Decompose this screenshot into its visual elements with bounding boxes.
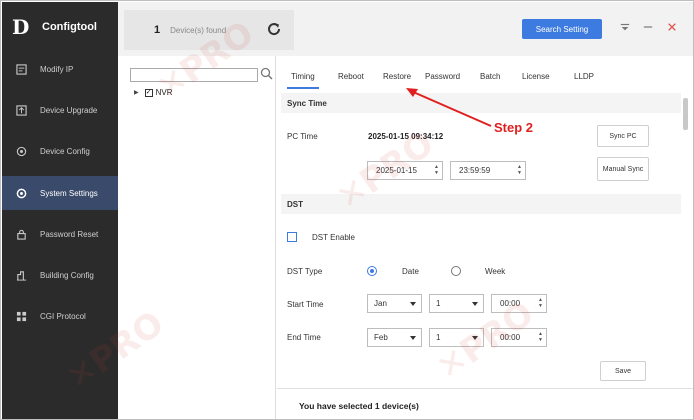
sidebar-item-modify-ip[interactable]: Modify IP bbox=[2, 52, 118, 86]
sync-time-field[interactable]: 23:59:59 ▲ ▼ bbox=[450, 161, 526, 180]
tab-bar: Timing Reboot Restore Password Batch Lic… bbox=[277, 63, 693, 89]
sync-date-value: 2025-01-15 bbox=[376, 166, 417, 175]
dst-type-week-label: Week bbox=[485, 267, 506, 276]
refresh-icon[interactable] bbox=[266, 21, 282, 37]
sidebar-item-label: CGI Protocol bbox=[40, 311, 86, 321]
sidebar-item-label: Modify IP bbox=[40, 64, 74, 74]
spin-arrows-icon[interactable]: ▲ ▼ bbox=[434, 164, 439, 176]
tab-lldp[interactable]: LLDP bbox=[574, 63, 594, 87]
sync-time-header bbox=[281, 93, 681, 113]
dst-type-week-radio[interactable] bbox=[451, 266, 461, 276]
chevron-down-icon bbox=[410, 336, 416, 340]
dst-enable-checkbox[interactable] bbox=[287, 232, 297, 242]
selection-footer: You have selected 1 device(s) bbox=[277, 388, 693, 419]
app-window: D Configtool Modify IP Device Upgrade De… bbox=[0, 0, 694, 420]
tab-restore[interactable]: Restore bbox=[383, 63, 411, 87]
tree-node-checkbox[interactable]: ✓ bbox=[144, 88, 153, 97]
save-button[interactable]: Save bbox=[600, 361, 646, 381]
pc-time-label: PC Time bbox=[287, 132, 318, 141]
spin-arrows-icon[interactable]: ▲ ▼ bbox=[538, 331, 543, 343]
modify-ip-icon bbox=[14, 62, 28, 76]
close-icon[interactable] bbox=[665, 20, 679, 34]
tab-batch[interactable]: Batch bbox=[480, 63, 500, 87]
config-icon bbox=[14, 144, 28, 158]
start-day-select[interactable]: 1 bbox=[429, 294, 484, 313]
protocol-icon bbox=[14, 309, 28, 323]
tab-timing[interactable]: Timing bbox=[287, 63, 319, 89]
end-month-value: Feb bbox=[374, 333, 388, 342]
dst-enable-label: DST Enable bbox=[312, 233, 355, 242]
sync-time-value: 23:59:59 bbox=[459, 166, 491, 175]
search-setting-button[interactable]: Search Setting bbox=[522, 19, 602, 39]
sidebar-item-label: Device Config bbox=[40, 146, 90, 156]
spin-arrows-icon[interactable]: ▲ ▼ bbox=[517, 164, 522, 176]
end-time-field[interactable]: 00:00 ▲ ▼ bbox=[491, 328, 547, 347]
sidebar-item-device-config[interactable]: Device Config bbox=[2, 134, 118, 168]
end-time-value: 00:00 bbox=[500, 333, 521, 342]
dst-type-label: DST Type bbox=[287, 267, 323, 276]
sidebar-item-password-reset[interactable]: Password Reset bbox=[2, 217, 118, 251]
end-day-value: 1 bbox=[436, 333, 441, 342]
expand-arrow-icon[interactable]: ▶ bbox=[134, 89, 139, 96]
end-time-label: End Time bbox=[287, 333, 321, 342]
step-2-label: Step 2 bbox=[494, 120, 534, 135]
sidebar-item-building-config[interactable]: Building Config bbox=[2, 258, 118, 292]
upgrade-icon bbox=[14, 103, 28, 117]
start-time-value: 00:00 bbox=[500, 299, 521, 308]
start-day-value: 1 bbox=[436, 299, 441, 308]
main-content: Timing Reboot Restore Password Batch Lic… bbox=[277, 56, 693, 419]
tree-node-label: NVR bbox=[155, 88, 173, 97]
pc-time-value: 2025-01-15 09:34:12 bbox=[368, 132, 444, 141]
tab-license[interactable]: License bbox=[522, 63, 550, 87]
app-logo: D Configtool bbox=[12, 16, 97, 38]
lock-icon bbox=[14, 227, 28, 241]
chevron-down-icon bbox=[410, 302, 416, 306]
start-time-label: Start Time bbox=[287, 300, 324, 309]
sync-pc-button[interactable]: Sync PC bbox=[597, 125, 649, 147]
dst-header bbox=[281, 194, 681, 214]
search-icon[interactable] bbox=[260, 67, 273, 80]
chevron-down-icon bbox=[472, 302, 478, 306]
sidebar-item-label: Password Reset bbox=[40, 229, 99, 239]
sync-time-title: Sync Time bbox=[287, 99, 327, 108]
start-time-field[interactable]: 00:00 ▲ ▼ bbox=[491, 294, 547, 313]
scrollbar-thumb[interactable] bbox=[683, 98, 688, 130]
device-count: 1 bbox=[154, 24, 161, 36]
tree-node-nvr[interactable]: ▶ ✓ NVR bbox=[134, 88, 173, 97]
tab-reboot[interactable]: Reboot bbox=[338, 63, 364, 87]
selected-devices-text: You have selected 1 device(s) bbox=[299, 401, 419, 411]
sidebar-item-device-upgrade[interactable]: Device Upgrade bbox=[2, 93, 118, 127]
chevron-down-icon bbox=[472, 336, 478, 340]
spin-arrows-icon[interactable]: ▲ ▼ bbox=[538, 297, 543, 309]
sidebar: D Configtool Modify IP Device Upgrade De… bbox=[2, 2, 118, 419]
sidebar-item-label: Device Upgrade bbox=[40, 105, 98, 115]
device-found-panel: 1 Device(s) found bbox=[124, 10, 294, 50]
manual-sync-button[interactable]: Manual Sync bbox=[597, 157, 649, 181]
top-bar: 1 Device(s) found Search Setting bbox=[118, 2, 693, 56]
end-month-select[interactable]: Feb bbox=[367, 328, 422, 347]
sidebar-item-label: Building Config bbox=[40, 270, 94, 280]
end-day-select[interactable]: 1 bbox=[429, 328, 484, 347]
sidebar-item-label: System Settings bbox=[40, 188, 98, 198]
logo-mark: D bbox=[12, 15, 29, 39]
app-name: Configtool bbox=[42, 21, 97, 33]
device-found-label: Device(s) found bbox=[170, 25, 227, 35]
settings-icon bbox=[14, 186, 28, 200]
dst-title: DST bbox=[287, 200, 303, 209]
menu-icon[interactable] bbox=[618, 20, 632, 34]
vertical-scrollbar[interactable] bbox=[683, 92, 689, 392]
building-icon bbox=[14, 268, 28, 282]
sidebar-item-cgi-protocol[interactable]: CGI Protocol bbox=[2, 299, 118, 333]
dst-type-date-radio[interactable] bbox=[367, 266, 377, 276]
dst-type-date-label: Date bbox=[402, 267, 419, 276]
tab-password[interactable]: Password bbox=[425, 63, 460, 87]
start-month-value: Jan bbox=[374, 299, 387, 308]
device-tree-panel: ▶ ✓ NVR bbox=[118, 56, 276, 419]
sidebar-item-system-settings[interactable]: System Settings bbox=[2, 176, 118, 210]
start-month-select[interactable]: Jan bbox=[367, 294, 422, 313]
sync-date-field[interactable]: 2025-01-15 ▲ ▼ bbox=[367, 161, 443, 180]
tree-search-input[interactable] bbox=[130, 68, 258, 82]
minimize-icon[interactable] bbox=[641, 20, 655, 34]
